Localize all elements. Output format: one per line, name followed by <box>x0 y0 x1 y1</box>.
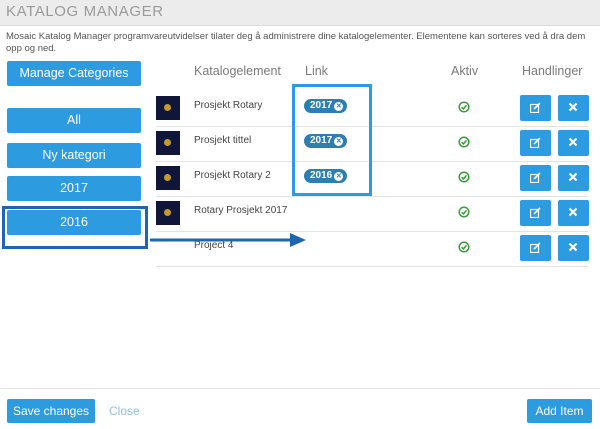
category-2016-highlight <box>2 206 148 249</box>
header-link: Link <box>305 64 328 78</box>
app-title: KATALOG MANAGER <box>6 3 164 20</box>
item-name: Prosjekt Rotary <box>194 100 263 111</box>
check-circle-icon <box>458 136 470 148</box>
table-row[interactable]: Prosjekt Rotary 2017 ✕ <box>156 92 589 127</box>
delete-button[interactable] <box>558 165 589 191</box>
check-circle-icon <box>458 101 470 113</box>
header-aktiv: Aktiv <box>451 64 479 78</box>
delete-icon <box>568 102 578 112</box>
title-bar: KATALOG MANAGER <box>0 0 600 26</box>
edit-button[interactable] <box>520 200 551 226</box>
edit-icon <box>530 242 541 253</box>
manage-categories-button[interactable]: Manage Categories <box>7 61 141 86</box>
close-link[interactable]: Close <box>109 404 140 418</box>
edit-icon <box>530 102 541 113</box>
edit-icon <box>530 172 541 183</box>
category-all-button[interactable]: All <box>7 108 141 133</box>
edit-button[interactable] <box>520 235 551 261</box>
category-2017-button[interactable]: 2017 <box>7 176 141 201</box>
delete-icon <box>568 172 578 182</box>
thumbnail-image <box>156 201 180 225</box>
header-handlinger: Handlinger <box>522 64 583 78</box>
table-row[interactable]: Prosjekt Rotary 2 2016 ✕ <box>156 162 589 197</box>
thumbnail-image <box>156 96 180 120</box>
table-row[interactable]: Rotary Prosjekt 2017 <box>156 197 589 232</box>
thumbnail-image <box>156 131 180 155</box>
thumbnail-image <box>156 166 180 190</box>
edit-icon <box>530 137 541 148</box>
item-name: Rotary Prosjekt 2017 <box>194 205 288 216</box>
add-item-button[interactable]: Add Item <box>527 399 592 423</box>
description-text: Mosaic Katalog Manager programvareutvide… <box>6 31 586 54</box>
arrow-right-icon <box>150 233 306 247</box>
edit-button[interactable] <box>520 130 551 156</box>
edit-button[interactable] <box>520 165 551 191</box>
delete-button[interactable] <box>558 95 589 121</box>
table-row[interactable]: Prosjekt tittel 2017 ✕ <box>156 127 589 162</box>
item-name: Prosjekt Rotary 2 <box>194 170 271 181</box>
check-circle-icon <box>458 171 470 183</box>
delete-button[interactable] <box>558 130 589 156</box>
item-name: Prosjekt tittel <box>194 135 252 146</box>
check-circle-icon <box>458 206 470 218</box>
edit-button[interactable] <box>520 95 551 121</box>
header-katalogelement: Katalogelement <box>194 64 281 78</box>
link-column-highlight <box>292 84 372 196</box>
category-ny-kategori-button[interactable]: Ny kategori <box>7 143 141 168</box>
save-changes-button[interactable]: Save changes <box>7 399 95 423</box>
check-circle-icon <box>458 241 470 253</box>
delete-icon <box>568 242 578 252</box>
delete-button[interactable] <box>558 235 589 261</box>
delete-icon <box>568 137 578 147</box>
edit-icon <box>530 207 541 218</box>
delete-icon <box>568 207 578 217</box>
delete-button[interactable] <box>558 200 589 226</box>
